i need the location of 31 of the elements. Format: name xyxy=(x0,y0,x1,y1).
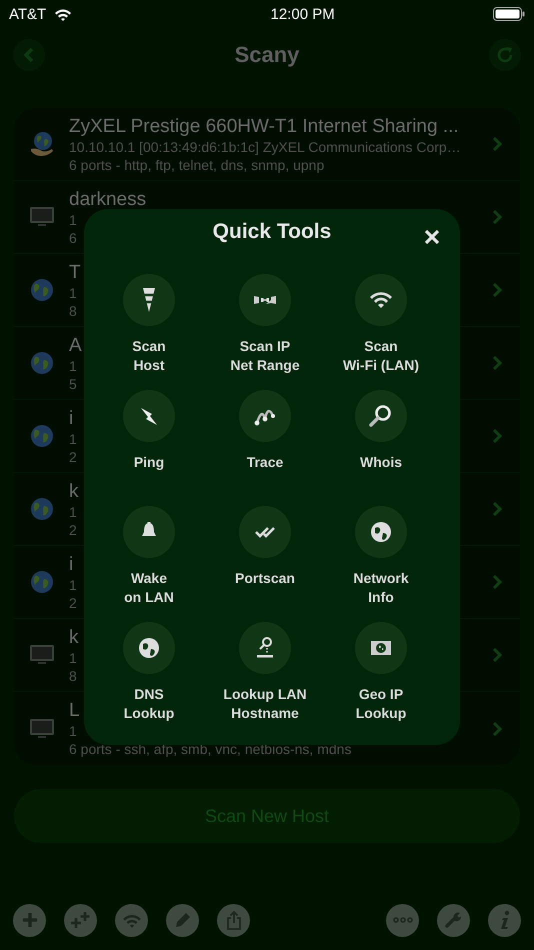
host-name: k xyxy=(69,480,78,502)
host-address: 1 xyxy=(69,648,77,666)
host-ports: 6 ports - http, ftp, telnet, dns, snmp, upnp xyxy=(69,156,324,174)
host-ports: 6 xyxy=(69,228,77,246)
host-address: 1 xyxy=(69,210,77,228)
panel-title: Quick Tools xyxy=(212,220,332,244)
host-ports: 2 xyxy=(69,448,77,466)
host-ports: 2 xyxy=(69,520,77,538)
app-title: Scany xyxy=(234,42,300,68)
host-name: i xyxy=(69,406,74,430)
host-address: 1 xyxy=(69,502,77,520)
host-ports: 6 ports - ssh, afp, smb, vnc, netbios-ns, mdns xyxy=(69,740,352,758)
host-address: 1 xyxy=(69,284,77,302)
host-address: 1 xyxy=(69,430,77,448)
host-name: k xyxy=(69,626,78,648)
carrier-name: AT&T xyxy=(9,6,46,22)
host-address: 1 xyxy=(69,576,77,594)
host-address: 1 xyxy=(69,356,77,374)
host-name: A xyxy=(69,334,82,356)
host-address: 1 xyxy=(69,722,77,740)
host-name: i xyxy=(69,552,74,576)
host-ports: 8 xyxy=(69,666,77,684)
host-name: ZyXEL Prestige 660HW-T1 Internet Sharing ... xyxy=(69,114,459,138)
host-name: darkness xyxy=(69,188,146,210)
clock-time: 12:00 PM xyxy=(270,6,335,22)
host-name: L xyxy=(69,699,80,722)
host-name: T xyxy=(69,260,81,284)
host-address: 10.10.10.1 [00:13:49:d6:1b:1c] ZyXEL Communications Corp… xyxy=(69,138,461,156)
host-ports: 8 xyxy=(69,302,77,320)
host-ports: 5 xyxy=(69,374,77,392)
host-ports: 2 xyxy=(69,594,77,612)
